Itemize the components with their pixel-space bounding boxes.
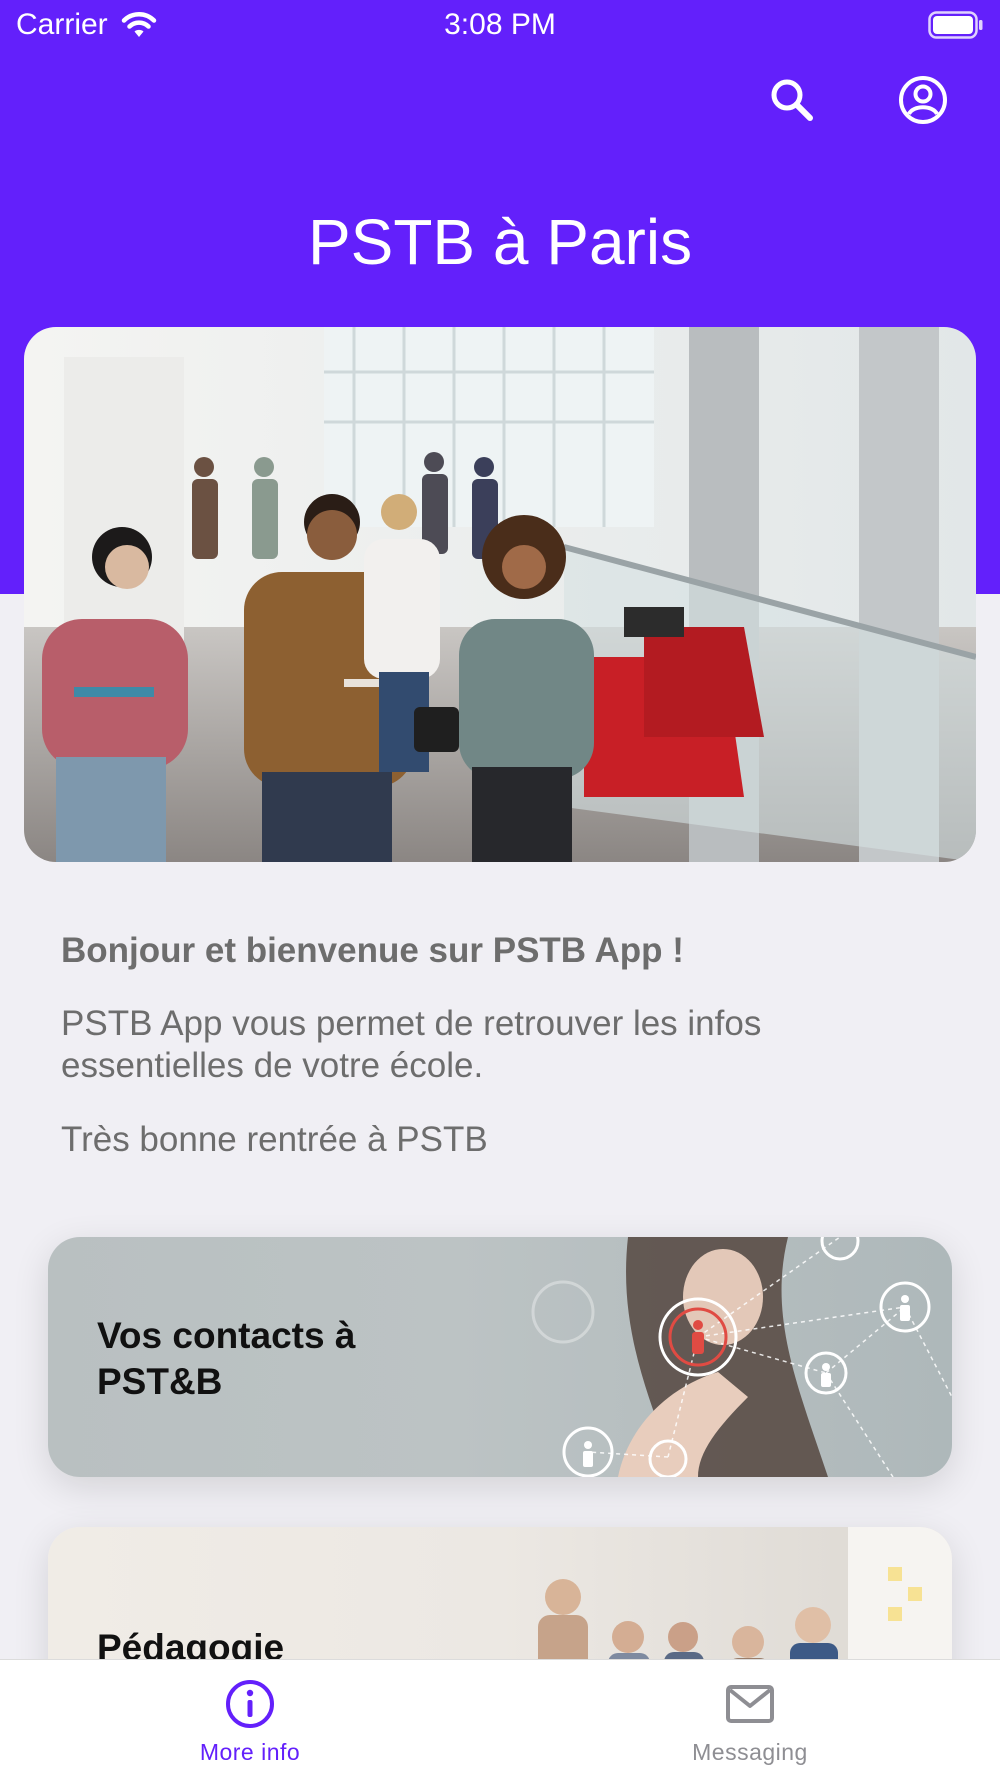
welcome-section: Bonjour et bienvenue sur PSTB App ! PSTB… [61, 926, 941, 1161]
card-image [531, 1237, 952, 1477]
welcome-heading: Bonjour et bienvenue sur PSTB App ! [61, 931, 684, 970]
tab-more-info[interactable]: More info [0, 1660, 500, 1779]
welcome-paragraph: Très bonne rentrée à PSTB [61, 1120, 488, 1159]
user-circle-icon [899, 76, 947, 124]
search-button[interactable] [757, 65, 827, 135]
envelope-icon [726, 1685, 774, 1723]
tab-messaging[interactable]: Messaging [500, 1660, 1000, 1779]
search-icon [771, 79, 813, 121]
hero-image [24, 327, 976, 862]
page-title: PSTB à Paris [307, 206, 693, 278]
status-time: 3:08 PM [444, 8, 556, 41]
tab-label: Messaging [692, 1739, 808, 1765]
battery-icon [928, 11, 983, 39]
card-title: Vos contacts à PST&B [97, 1315, 356, 1402]
profile-button[interactable] [888, 65, 958, 135]
info-circle-icon [226, 1680, 274, 1728]
contacts-card[interactable]: Vos contacts à PST&B [48, 1237, 952, 1477]
tab-bar: More info Messaging [0, 1659, 1000, 1779]
status-bar: Carrier 3:08 PM [0, 0, 1000, 50]
welcome-paragraph: PSTB App vous permet de retrouver les in… [61, 1004, 762, 1085]
tab-label: More info [199, 1739, 301, 1765]
